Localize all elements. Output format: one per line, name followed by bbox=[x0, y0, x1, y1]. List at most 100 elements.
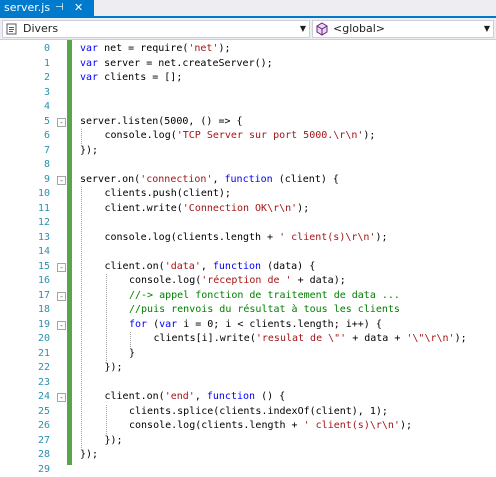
close-icon[interactable]: ✕ bbox=[74, 0, 83, 16]
code-token: ); bbox=[363, 130, 375, 141]
code-line[interactable]: 19- for (var i = 0; i < clients.length; i… bbox=[0, 318, 496, 333]
member-label: <global> bbox=[333, 21, 385, 37]
code-line[interactable]: 17-//-> appel fonction de traitement de … bbox=[0, 289, 496, 304]
code-line[interactable]: 18 //puis renvois du résultat à tous les … bbox=[0, 303, 496, 318]
string-token: '\"\r\n' bbox=[406, 333, 454, 344]
code-line[interactable]: 24-client.on('end', function () { bbox=[0, 390, 496, 405]
string-token: ' client(s)\r\n' bbox=[279, 232, 375, 243]
code-token: i = 0; i < clients.length; i++) { bbox=[177, 319, 382, 330]
line-number: 7 bbox=[18, 144, 50, 159]
collapse-icon[interactable]: - bbox=[57, 263, 66, 272]
code-text: } bbox=[129, 347, 135, 362]
comment-token: //puis renvois du résultat à tous les cl… bbox=[129, 304, 400, 315]
code-text: var server = net.createServer(); bbox=[80, 57, 273, 72]
collapse-icon[interactable]: - bbox=[57, 292, 66, 301]
code-line[interactable]: 6console.log('TCP Server sur port 5000.\… bbox=[0, 129, 496, 144]
tab-server-js[interactable]: server.js ⊣ ✕ bbox=[0, 0, 94, 16]
navigation-bar: Divers ▼ <global> ▼ bbox=[0, 18, 496, 40]
code-line[interactable]: 2var clients = []; bbox=[0, 71, 496, 86]
code-line[interactable]: 11client.write('Connection OK\r\n'); bbox=[0, 202, 496, 217]
indent-guide bbox=[106, 274, 107, 361]
code-line[interactable]: 1 var server = net.createServer(); bbox=[0, 57, 496, 72]
pin-icon[interactable]: ⊣ bbox=[55, 0, 64, 16]
file-project-icon bbox=[6, 23, 18, 35]
code-token: (data) { bbox=[261, 261, 315, 272]
code-line[interactable]: 28}); bbox=[0, 448, 496, 463]
line-number: 12 bbox=[18, 216, 50, 231]
line-number: 13 bbox=[18, 231, 50, 246]
code-line[interactable]: 22}); bbox=[0, 361, 496, 376]
member-dropdown[interactable]: <global> ▼ bbox=[312, 20, 494, 38]
code-line[interactable]: 27}); bbox=[0, 434, 496, 449]
code-token: clients.push(client); bbox=[105, 188, 231, 199]
code-line[interactable]: 8 bbox=[0, 158, 496, 173]
string-token: 'end' bbox=[165, 391, 195, 402]
line-number: 22 bbox=[18, 361, 50, 376]
code-token: ( bbox=[147, 319, 159, 330]
code-line[interactable]: 3 bbox=[0, 86, 496, 101]
code-line[interactable]: 10clients.push(client); bbox=[0, 187, 496, 202]
code-text: client.on('data', function (data) { bbox=[105, 260, 316, 275]
code-token: clients.splice(clients.indexOf(client), … bbox=[129, 406, 388, 417]
code-line[interactable]: 13 console.log(clients.length + ' client(… bbox=[0, 231, 496, 246]
line-number: 19 bbox=[18, 318, 50, 333]
line-number: 4 bbox=[18, 100, 50, 115]
code-text: //-> appel fonction de traitement de dat… bbox=[129, 289, 400, 304]
code-line[interactable]: 21} bbox=[0, 347, 496, 362]
code-text: }); bbox=[105, 434, 123, 449]
code-text: var clients = []; bbox=[80, 71, 182, 86]
code-token: ); bbox=[455, 333, 467, 344]
line-number: 6 bbox=[18, 129, 50, 144]
code-token: ); bbox=[375, 232, 387, 243]
code-line[interactable]: 23 bbox=[0, 376, 496, 391]
code-text: console.log(clients.length + ' client(s)… bbox=[105, 231, 388, 246]
code-token: console.log(clients.length + bbox=[105, 232, 280, 243]
code-token: clients[i].write( bbox=[154, 333, 256, 344]
scope-dropdown[interactable]: Divers ▼ bbox=[2, 20, 310, 38]
collapse-icon[interactable]: - bbox=[57, 393, 66, 402]
line-number: 3 bbox=[18, 86, 50, 101]
code-line[interactable]: 25clients.splice(clients.indexOf(client)… bbox=[0, 405, 496, 420]
code-token: + data); bbox=[292, 275, 346, 286]
document-tab-strip: server.js ⊣ ✕ bbox=[0, 0, 496, 16]
string-token: 'réception de ' bbox=[201, 275, 291, 286]
code-text: server.listen(5000, () => { bbox=[80, 115, 243, 130]
code-token: client.on( bbox=[105, 391, 165, 402]
collapse-icon[interactable]: - bbox=[57, 118, 66, 127]
code-token: ); bbox=[400, 420, 412, 431]
code-text: client.on('end', function () { bbox=[105, 390, 286, 405]
code-token: console.log( bbox=[129, 275, 201, 286]
code-token: }); bbox=[80, 145, 98, 156]
code-line[interactable]: 20clients[i].write('resulat de \"' + dat… bbox=[0, 332, 496, 347]
code-text: for (var i = 0; i < clients.length; i++)… bbox=[129, 318, 382, 333]
code-line[interactable]: 0var net = require('net'); bbox=[0, 42, 496, 57]
collapse-icon[interactable]: - bbox=[57, 176, 66, 185]
code-line[interactable]: 15-client.on('data', function (data) { bbox=[0, 260, 496, 275]
code-editor[interactable]: 0var net = require('net');1 var server = … bbox=[0, 40, 496, 465]
code-text: }); bbox=[80, 144, 98, 159]
code-line[interactable]: 14 bbox=[0, 245, 496, 260]
code-line[interactable]: 7}); bbox=[0, 144, 496, 159]
code-line[interactable]: 5-server.listen(5000, () => { bbox=[0, 115, 496, 130]
code-token: } bbox=[129, 348, 135, 359]
string-token: 'data' bbox=[165, 261, 201, 272]
line-number: 1 bbox=[18, 57, 50, 72]
comment-token: //-> appel fonction de traitement de dat… bbox=[129, 290, 400, 301]
code-text: clients.push(client); bbox=[105, 187, 231, 202]
keyword-token: var bbox=[80, 72, 98, 83]
code-token: server.listen(5000, () => { bbox=[80, 116, 243, 127]
line-number: 18 bbox=[18, 303, 50, 318]
code-line[interactable]: 26console.log(clients.length + ' client(… bbox=[0, 419, 496, 434]
code-text: clients[i].write('resulat de \"' + data … bbox=[154, 332, 467, 347]
code-line[interactable]: 4 bbox=[0, 100, 496, 115]
code-text: var net = require('net'); bbox=[80, 42, 231, 57]
code-token: console.log(clients.length + bbox=[129, 420, 304, 431]
code-line[interactable]: 16console.log('réception de ' + data); bbox=[0, 274, 496, 289]
code-token: }); bbox=[105, 362, 123, 373]
code-line[interactable]: 12 bbox=[0, 216, 496, 231]
code-token: net = require( bbox=[98, 43, 188, 54]
string-token: ' client(s)\r\n' bbox=[304, 420, 400, 431]
collapse-icon[interactable]: - bbox=[57, 321, 66, 330]
code-line[interactable]: 9-server.on('connection', function (clie… bbox=[0, 173, 496, 188]
code-token: clients = []; bbox=[98, 72, 182, 83]
